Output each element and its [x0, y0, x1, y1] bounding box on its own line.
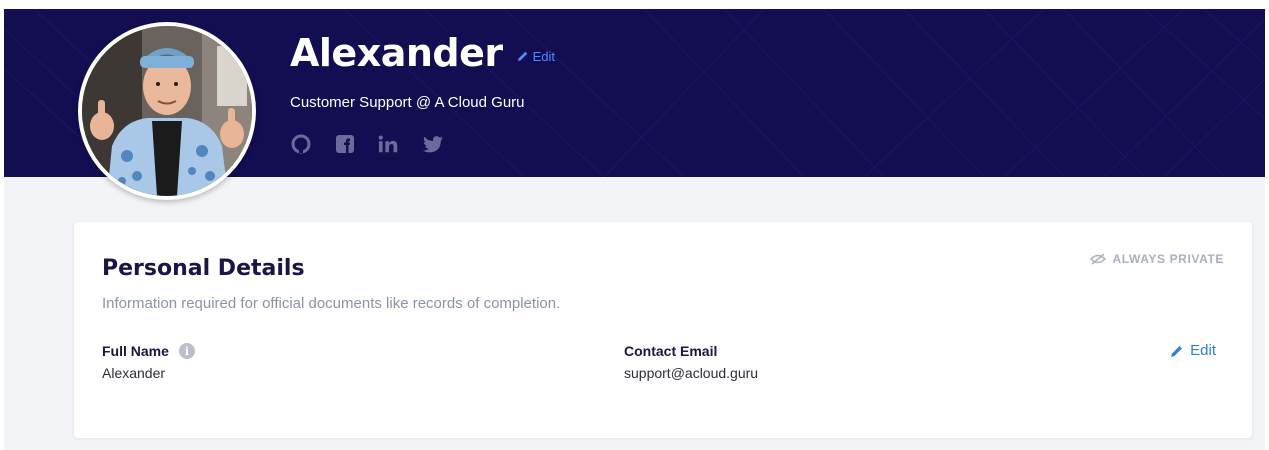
- social-links: [290, 133, 444, 155]
- linkedin-icon: [378, 135, 398, 153]
- profile-page: Alexander Edit Customer Support @ A Clou…: [4, 9, 1265, 450]
- eye-slash-icon: [1090, 253, 1107, 265]
- contact-email-value: support@acloud.guru: [624, 365, 759, 381]
- contact-email-label: Contact Email: [624, 343, 718, 359]
- twitter-link[interactable]: [422, 133, 444, 155]
- facebook-icon: [336, 135, 354, 153]
- person-photo-illustration: [82, 26, 252, 196]
- contact-email-field: Contact Email support@acloud.guru: [624, 343, 758, 381]
- edit-personal-details-label: Edit: [1190, 342, 1216, 359]
- privacy-badge: ALWAYS PRIVATE: [1090, 252, 1224, 266]
- avatar-photo: [82, 26, 252, 196]
- privacy-label: ALWAYS PRIVATE: [1112, 252, 1224, 266]
- edit-name-label: Edit: [532, 48, 556, 64]
- contact-email-label-row: Contact Email: [624, 343, 758, 359]
- edit-personal-details-button[interactable]: Edit: [1170, 342, 1216, 359]
- profile-name-row: Alexander Edit: [290, 31, 555, 75]
- edit-name-button[interactable]: Edit: [517, 49, 555, 64]
- facebook-link[interactable]: [334, 133, 356, 155]
- full-name-field: Full Name i Alexander: [102, 343, 195, 381]
- profile-tagline: Customer Support @ A Cloud Guru: [290, 94, 525, 111]
- personal-details-card: Personal Details Information required fo…: [74, 222, 1252, 438]
- github-link[interactable]: [290, 133, 312, 155]
- avatar[interactable]: [78, 22, 256, 200]
- linkedin-link[interactable]: [378, 133, 400, 155]
- personal-details-title: Personal Details: [102, 256, 305, 281]
- personal-details-subtitle: Information required for official docume…: [102, 295, 561, 312]
- pencil-icon: [517, 51, 527, 61]
- info-icon[interactable]: i: [178, 343, 195, 359]
- pencil-icon: [1171, 345, 1183, 357]
- twitter-icon: [422, 136, 443, 153]
- profile-name: Alexander: [290, 31, 503, 75]
- full-name-label: Full Name: [102, 343, 169, 359]
- full-name-label-row: Full Name i: [102, 343, 195, 359]
- github-icon: [291, 134, 311, 154]
- full-name-value: Alexander: [102, 365, 166, 381]
